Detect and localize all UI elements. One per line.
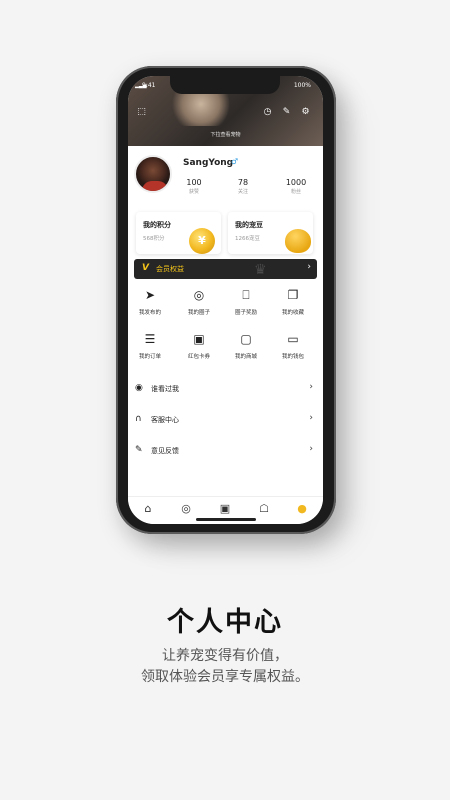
store-icon[interactable]: ☖	[256, 501, 272, 517]
list-label: 谁看过我	[151, 385, 179, 393]
avatar[interactable]	[134, 155, 172, 193]
pet-beans-card[interactable]: 我的宠豆 1266宠豆	[228, 212, 313, 254]
grid-label: 我的订单	[138, 354, 161, 360]
list-who-viewed-me[interactable]: ◉ 谁看过我 ›	[128, 378, 323, 402]
chevron-right-icon: ›	[307, 262, 311, 272]
phone-notch	[170, 76, 280, 94]
scan-icon[interactable]: ⬚	[136, 107, 147, 118]
grid-label: 我的圈子	[187, 310, 210, 316]
grid-label: 我的钱包	[281, 354, 304, 360]
edit-icon[interactable]: ✎	[281, 107, 292, 118]
battery-indicator: 100%	[293, 82, 311, 89]
points-card[interactable]: 我的积分 568积分 ¥	[136, 212, 221, 254]
stat-following-value: 78	[237, 178, 249, 187]
settings-icon[interactable]: ⚙	[300, 107, 311, 118]
caption-line-1: 让养宠变得有价值，	[162, 648, 288, 664]
wallet-icon: ▭	[287, 332, 299, 346]
grid-my-posts[interactable]: ➤ 我发布的	[130, 288, 170, 324]
crown-icon: ♛	[254, 262, 267, 278]
chevron-right-icon: ›	[309, 444, 313, 454]
order-icon: ☰	[144, 332, 156, 346]
list-feedback[interactable]: ✎ 意见反馈 ›	[128, 440, 323, 464]
stat-followers-value: 1000	[285, 178, 307, 187]
home-icon[interactable]: ⌂	[140, 501, 156, 517]
grid-label: 我发布的	[138, 310, 161, 316]
bookmark-icon: ❐	[287, 288, 299, 302]
discover-icon[interactable]: ◎	[178, 501, 194, 517]
send-icon: ➤	[144, 288, 156, 302]
points-title: 我的积分	[143, 221, 171, 229]
list-label: 客服中心	[151, 416, 179, 424]
status-time: 9:41	[142, 82, 156, 89]
stat-likes-value: 100	[186, 178, 202, 187]
camera-icon[interactable]: ▣	[217, 501, 233, 517]
shop-bag-icon: ▢	[240, 332, 252, 346]
phone-screen: ▂▃▅ 9:41 100% ⬚ ◷ ✎ ⚙ 下拉查看宠物 SangYong ♂ …	[128, 76, 323, 524]
chevron-right-icon: ›	[309, 413, 313, 423]
grid-coupons[interactable]: ▣ 红包卡券	[179, 332, 219, 368]
grid-label: 我的商城	[234, 354, 257, 360]
pencil-icon: ✎	[135, 445, 143, 455]
stat-following[interactable]: 78 关注	[223, 178, 263, 195]
pull-down-hint[interactable]: 下拉查看宠物	[128, 131, 323, 138]
stat-likes-label: 获赞	[188, 189, 199, 195]
username: SangYong	[183, 158, 234, 168]
coupon-icon: ▣	[193, 332, 205, 346]
points-value: 568积分	[143, 236, 165, 242]
grid-my-circles[interactable]: ◎ 我的圈子	[179, 288, 219, 324]
member-benefits-label: 会员权益	[156, 265, 184, 273]
grid-circle-rewards[interactable]: ⎕ 圈子奖励	[226, 288, 266, 324]
eye-icon: ◉	[135, 383, 143, 393]
coin-icon: ¥	[189, 228, 215, 254]
male-icon: ♂	[231, 157, 239, 166]
stat-following-label: 关注	[237, 189, 248, 195]
grid-label: 圈子奖励	[234, 310, 257, 316]
chevron-right-icon: ›	[309, 382, 313, 392]
profile-icon[interactable]: ●	[294, 501, 310, 517]
beans-value: 1266宠豆	[235, 236, 260, 242]
stat-followers[interactable]: 1000 粉丝	[276, 178, 316, 195]
caption-title: 个人中心	[167, 607, 283, 638]
beans-title: 我的宠豆	[235, 221, 263, 229]
member-benefits-bar[interactable]: V 会员权益 ♛ ›	[134, 259, 317, 279]
stat-likes[interactable]: 100 获赞	[174, 178, 214, 195]
gift-icon: ⎕	[242, 288, 250, 302]
clock-icon[interactable]: ◷	[262, 107, 273, 118]
bean-icon	[285, 229, 311, 253]
grid-my-favorites[interactable]: ❐ 我的收藏	[273, 288, 313, 324]
grid-my-orders[interactable]: ☰ 我的订单	[130, 332, 170, 368]
grid-label: 红包卡券	[187, 354, 210, 360]
headset-icon: ∩	[135, 414, 142, 424]
grid-my-wallet[interactable]: ▭ 我的钱包	[273, 332, 313, 368]
home-indicator	[196, 518, 256, 521]
grid-my-shop[interactable]: ▢ 我的商城	[226, 332, 266, 368]
circle-icon: ◎	[193, 288, 205, 302]
profile-summary: SangYong ♂ 100 获赞 78 关注 1000 粉丝	[128, 146, 323, 206]
list-customer-service[interactable]: ∩ 客服中心 ›	[128, 409, 323, 433]
list-label: 意见反馈	[151, 447, 179, 455]
caption-line-2: 领取体验会员享专属权益。	[141, 669, 309, 685]
vip-badge-icon: V	[142, 263, 149, 273]
grid-label: 我的收藏	[281, 310, 304, 316]
stat-followers-label: 粉丝	[290, 189, 301, 195]
